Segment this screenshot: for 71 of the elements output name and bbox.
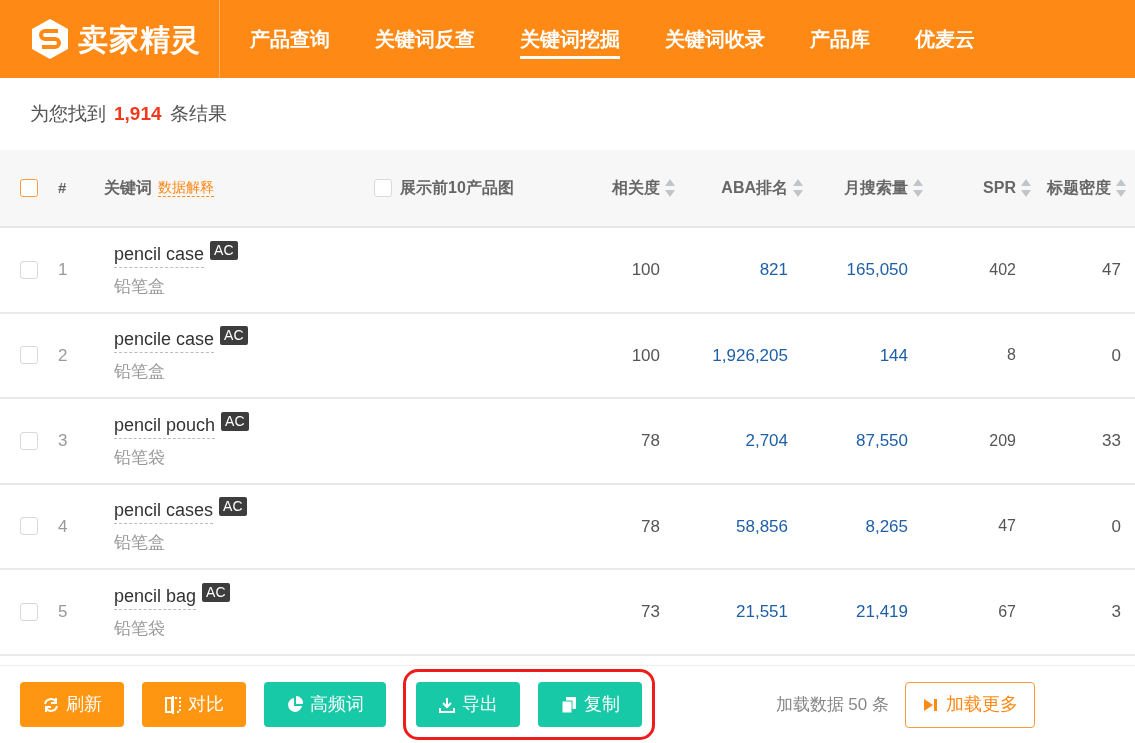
column-header: 关键词 [104,178,152,198]
compare-button[interactable]: 对比 [142,682,246,727]
table-cell-text: 47 [998,516,1016,537]
table-cell-text: 87,550 [856,430,908,452]
table-cell-text: 100 [631,344,660,367]
table-cell-text: 67 [998,601,1016,622]
export-button[interactable]: 导出 [416,682,520,727]
table-cell-text: 209 [989,430,1016,451]
table-cell-text: 21,551 [736,601,788,623]
tag: AC [221,411,249,431]
row-index: 4 [58,515,69,538]
load-count-label: 加载数据 50 条 [775,693,889,716]
keyword-link[interactable]: pencil case [114,240,205,268]
table-cell-text: 33 [1102,430,1121,452]
keyword-link[interactable]: pencil pouch [114,411,216,439]
column-header: 月搜索量 [844,178,908,198]
table-cell-text: 58,856 [736,515,788,538]
table-cell-text: 73 [641,601,660,623]
nav-tab[interactable]: 产品查询 [250,19,330,59]
column-header: ABA排名 [721,178,788,198]
nav-tab[interactable]: 关键词挖掘 [520,19,620,59]
results-count: 1,914 [114,101,162,126]
tag: AC [210,240,238,260]
table-cell-text: 165,050 [846,259,908,281]
row-index: 5 [58,601,69,623]
table-cell-text: 821 [759,259,788,281]
table-cell-text: 8 [1007,345,1016,366]
column-header: SPR [983,178,1016,198]
table-cell-text: 2,704 [745,430,788,452]
nav-tab[interactable]: 关键词反查 [375,19,475,59]
table-cell-text: 78 [641,430,660,452]
results-label: 条结果 [169,101,227,126]
nav-tab[interactable]: 关键词收录 [665,19,765,59]
table-cell-text: 21,419 [856,601,908,623]
keyword-translation: 铅笔袋 [114,617,166,640]
table-cell-text: 0 [1111,515,1121,538]
frequency-button[interactable]: 高频词 [264,682,386,727]
logo-text: 卖家精灵 [78,21,201,58]
results-label: 为您找到 [30,101,106,126]
column-header: 相关度 [612,178,660,198]
table-cell-text: 0 [1111,344,1121,367]
table-cell-text: 100 [631,259,660,281]
table-cell-text: 1,926,205 [712,344,788,367]
row-index: 1 [58,259,69,281]
keyword-link[interactable]: pencil bag [114,582,197,610]
keyword-link[interactable]: pencil cases [114,497,214,524]
column-header: 标题密度 [1047,178,1111,198]
table-cell-text: 8,265 [865,515,908,538]
table-cell-text: 47 [1102,259,1121,281]
show-images-label: 展示前10产品图 [400,178,514,198]
keyword-translation: 铅笔盒 [114,275,166,298]
table-cell-text: 3 [1111,601,1121,623]
load-more-button[interactable]: 加载更多 [905,681,1035,728]
column-header: # [58,177,68,198]
keyword-link[interactable]: pencile case [114,326,215,353]
nav-tab[interactable]: 产品库 [810,19,870,59]
row-index: 2 [58,344,69,367]
tag: AC [220,326,248,345]
keyword-translation: 铅笔袋 [114,446,166,469]
data-help-link[interactable]: 数据解释 [158,178,214,198]
tag: AC [219,497,247,516]
copy-button[interactable]: 复制 [538,682,642,727]
row-index: 3 [58,430,69,452]
table-cell-text: 144 [879,344,908,367]
refresh-button[interactable]: 刷新 [20,682,124,727]
table-cell-text: 402 [989,259,1016,280]
keyword-translation: 铅笔盒 [114,361,166,383]
nav-tab[interactable]: 优麦云 [915,19,975,59]
keyword-translation: 铅笔盒 [114,532,166,554]
tag: AC [202,582,230,602]
table-cell-text: 78 [641,515,660,538]
